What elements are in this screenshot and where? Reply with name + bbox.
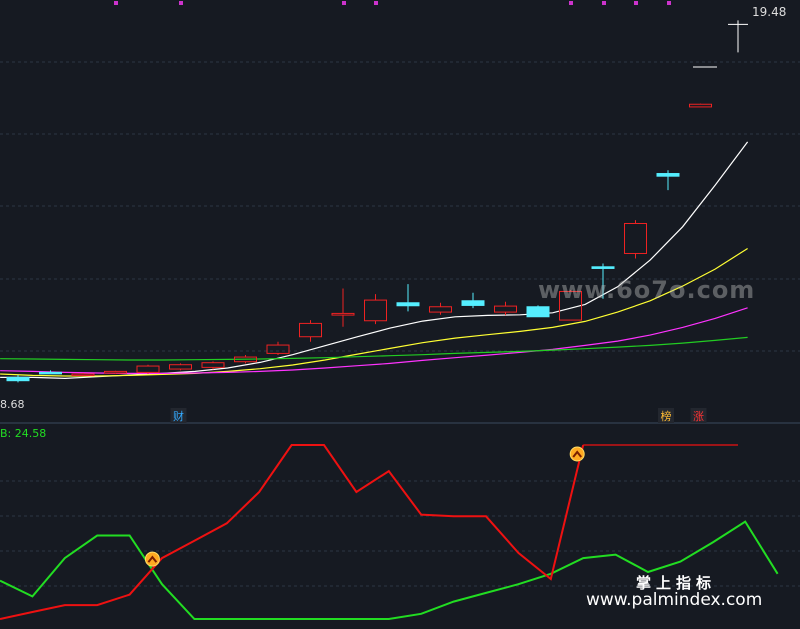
candle	[494, 301, 517, 316]
candle	[299, 320, 322, 342]
candle	[71, 373, 95, 377]
candle	[526, 305, 550, 318]
signal-badge	[569, 446, 585, 462]
high-price-label: 19.48	[752, 5, 786, 19]
watermark-url: www.palmindex.com	[586, 590, 763, 610]
marker-dot	[374, 1, 378, 5]
ma-line	[0, 307, 748, 374]
watermark-site: www.6o7o.com	[538, 276, 756, 304]
low-price-label: 8.68	[0, 398, 25, 411]
candle	[331, 288, 355, 327]
signal-badge	[144, 551, 160, 567]
marker-dot	[634, 1, 638, 5]
candle-body	[266, 344, 290, 354]
marker-dot	[114, 1, 118, 5]
candle	[136, 364, 160, 374]
candle-body	[136, 365, 160, 373]
candle	[656, 170, 680, 191]
candle-body	[104, 370, 127, 374]
candle-body	[689, 103, 712, 108]
candle	[689, 103, 712, 108]
candle-body	[299, 322, 322, 338]
candle	[461, 292, 485, 309]
candle	[624, 220, 647, 259]
candle-body	[494, 305, 517, 313]
candle	[364, 294, 387, 325]
candle	[104, 370, 127, 375]
candle-body	[6, 376, 30, 382]
candle-body	[526, 306, 550, 318]
marker-dot	[179, 1, 183, 5]
indicator-label: B: 24.58	[0, 427, 46, 440]
candle	[429, 302, 452, 315]
candle	[6, 375, 30, 383]
candle-body	[396, 302, 420, 307]
candle	[39, 370, 62, 375]
candle-body	[39, 371, 62, 375]
candle-body	[624, 222, 647, 254]
candle-body	[169, 364, 192, 370]
candle	[396, 284, 420, 312]
ma-line	[0, 336, 748, 361]
tag-label: 财	[173, 409, 184, 423]
tag-label: 榜	[661, 409, 672, 423]
ma-line	[0, 247, 748, 377]
candle-body	[656, 173, 680, 177]
ma-line	[0, 141, 749, 380]
tag-label: 涨	[693, 410, 704, 423]
marker-dot	[602, 1, 606, 5]
candle-body	[461, 300, 485, 306]
chart-svg: 19.48 8.68 财 榜 涨 B: 24.58	[0, 1, 800, 620]
candle-body	[591, 266, 615, 269]
marker-dot	[569, 1, 573, 5]
candle	[169, 363, 192, 371]
marker-dot	[667, 1, 671, 5]
stock-chart: 19.48 8.68 财 榜 涨 B: 24.58	[0, 0, 800, 625]
indicator-red-line	[0, 444, 585, 620]
candle-body	[429, 306, 452, 313]
candle-body	[331, 312, 355, 316]
candle-body	[364, 299, 387, 322]
candle-body	[201, 362, 225, 368]
marker-dot	[342, 1, 346, 5]
candle-body	[71, 373, 95, 377]
candle	[266, 341, 290, 356]
